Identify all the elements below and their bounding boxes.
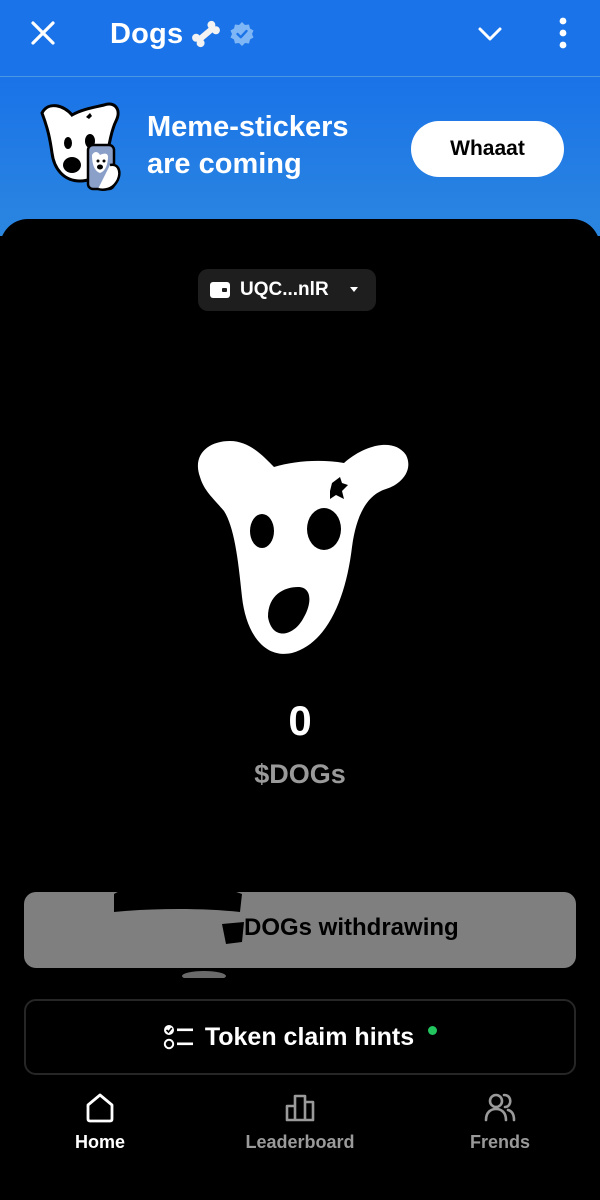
promo-banner: Meme-stickers are coming Whaaat [0,76,600,236]
wallet-address: UQC...nlR [240,279,329,300]
app-title: Dogs [110,17,184,50]
dog-sticker-icon [40,102,121,191]
wallet-selector[interactable]: UQC...nlR [198,269,376,311]
banner-text: Meme-stickers are coming [147,109,349,183]
dog-logo [197,441,409,654]
main-panel: UQC...nlR 0 $DOGs DOGs withdrawing Token… [0,219,600,1200]
more-vertical-icon[interactable] [548,14,578,52]
verified-badge-icon [230,22,254,46]
balance-currency: $DOGs [254,759,346,789]
redaction-blob [114,882,244,978]
bottom-nav: Home Leaderboard Frends [0,1090,600,1200]
nav-friends-label: Frends [469,1132,530,1152]
checklist-icon [163,1025,193,1050]
banner-line-1: Meme-stickers [147,111,349,143]
nav-leaderboard[interactable]: Leaderboard [220,1090,380,1153]
home-icon [86,1093,114,1123]
whaaat-button[interactable]: Whaaat [411,121,564,177]
balance-amount: 0 [288,697,312,744]
withdraw-label: DOGs withdrawing [244,914,459,941]
nav-friends[interactable]: Frends [420,1090,580,1153]
notification-dot [428,1025,438,1035]
bone-icon [192,20,221,48]
leaderboard-icon [285,1094,315,1122]
close-icon[interactable] [26,16,60,50]
nav-home-label: Home [74,1132,125,1152]
nav-leaderboard-label: Leaderboard [245,1132,355,1152]
caret-down-icon [349,287,358,292]
chevron-down-icon[interactable] [474,18,506,50]
wallet-icon [210,282,230,298]
friends-icon [484,1093,516,1122]
nav-home[interactable]: Home [20,1090,180,1153]
withdraw-button[interactable]: DOGs withdrawing [24,882,576,978]
hints-label: Token claim hints [204,1022,415,1051]
title-group: Dogs [110,14,255,54]
banner-line-2: are coming [147,148,302,180]
top-bar: Dogs [0,0,600,76]
token-claim-hints-button[interactable]: Token claim hints [24,999,576,1075]
